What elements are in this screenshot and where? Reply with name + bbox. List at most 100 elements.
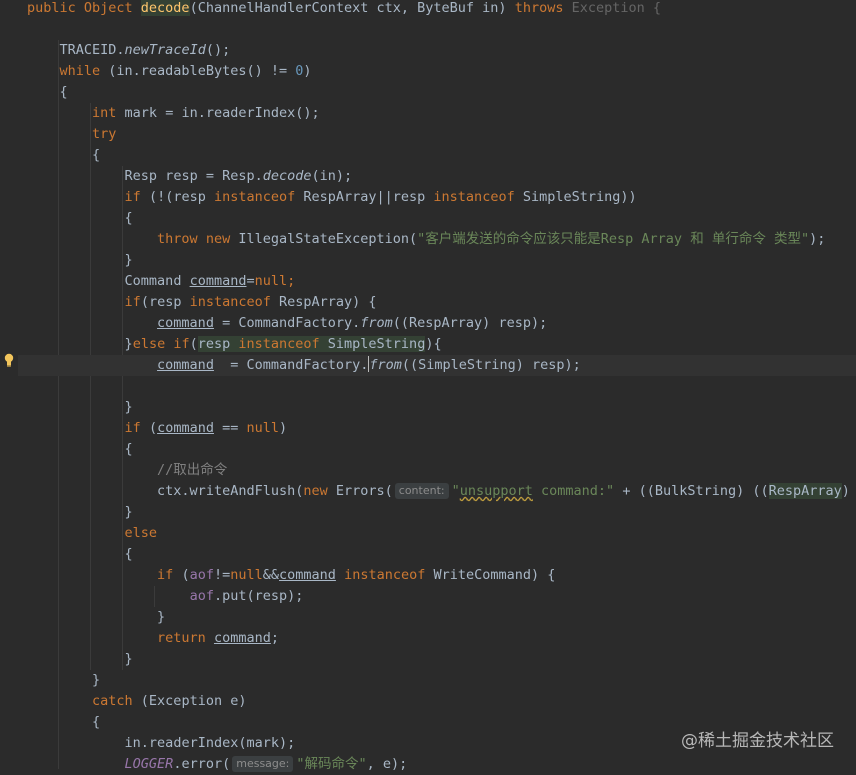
code-line[interactable]: throw new IllegalStateException("客户端发送的命… [27, 229, 856, 250]
code-token: return [157, 630, 206, 646]
code-line[interactable]: if (!(resp instanceof RespArray||resp in… [27, 187, 856, 208]
code-token: throw [157, 231, 198, 247]
code-line[interactable]: } [27, 649, 856, 670]
code-line[interactable]: } [27, 670, 856, 691]
parameter-hint: message: [232, 756, 294, 772]
code-token: command:" [532, 483, 615, 499]
code-line[interactable]: ctx.writeAndFlush(new Errors(content: "un… [27, 481, 856, 502]
code-line[interactable]: { [27, 145, 856, 166]
editor-gutter[interactable] [0, 0, 18, 769]
code-token: command [279, 567, 336, 583]
code-token: else [124, 525, 158, 541]
code-token: aof [189, 588, 214, 604]
code-token: ); [809, 231, 826, 247]
code-token: (ChannelHandlerContext ctx, ByteBuf in) [189, 0, 515, 16]
code-line[interactable]: } [27, 250, 856, 271]
code-token: SimpleString [319, 336, 426, 352]
parameter-hint: content: [394, 483, 449, 499]
code-line[interactable]: Resp resp = Resp.decode(in); [27, 166, 856, 187]
code-line[interactable]: if (aof!=null&&command instanceof WriteC… [27, 565, 856, 586]
code-token: { [92, 147, 101, 163]
code-token: } [92, 672, 101, 688]
code-token: new [205, 231, 231, 247]
code-token: newTraceId [124, 42, 206, 58]
code-line[interactable]: while (in.readableBytes() != 0) [27, 61, 856, 82]
code-line[interactable]: } [27, 502, 856, 523]
code-line[interactable]: { [27, 82, 856, 103]
code-token: { [124, 546, 133, 562]
code-token: Exception { [563, 0, 662, 16]
code-line[interactable]: TRACEID.newTraceId(); [27, 40, 856, 61]
code-line[interactable]: return command; [27, 628, 856, 649]
code-token: " [451, 483, 460, 499]
code-line[interactable]: { [27, 208, 856, 229]
code-token: ((RespArray) resp); [392, 315, 548, 331]
code-token: unsupport [459, 483, 533, 499]
lightbulb-icon[interactable] [4, 353, 14, 367]
code-line[interactable]: }else if(resp instanceof SimpleString){ [27, 334, 856, 355]
code-token: instanceof [213, 189, 296, 205]
code-token: else if [132, 336, 190, 352]
code-line[interactable]: public Object decode(ChannelHandlerConte… [27, 0, 856, 19]
code-token: try [92, 126, 117, 142]
code-token: } [124, 399, 133, 415]
code-token: } [124, 336, 133, 352]
code-line[interactable]: //取出命令 [27, 460, 856, 481]
code-line[interactable]: if(resp instanceof RespArray) { [27, 292, 856, 313]
code-token: ctx.writeAndFlush( [157, 483, 304, 499]
code-token: from [369, 357, 402, 373]
code-token: throws [514, 0, 564, 16]
code-token: { [124, 210, 133, 226]
code-line[interactable]: try [27, 124, 856, 145]
code-token: int [92, 105, 117, 121]
code-token: Resp resp = Resp. [124, 168, 263, 184]
code-token: ) [279, 420, 288, 436]
code-line[interactable]: } [27, 607, 856, 628]
code-line[interactable]: command = CommandFactory.from((RespArray… [27, 313, 856, 334]
code-line-current[interactable]: command = CommandFactory.from((SimpleStr… [18, 355, 856, 376]
code-token: Command [124, 273, 190, 289]
code-token: "客户端发送的命令应该只能是Resp Array 和 单行命令 类型" [417, 231, 810, 247]
code-token: ( [140, 420, 158, 436]
code-token: if [124, 420, 141, 436]
code-token: && [262, 567, 280, 583]
code-token: ) [303, 63, 312, 79]
code-line[interactable]: catch (Exception e) [27, 691, 856, 712]
code-token: (in); [311, 168, 353, 184]
code-token: in.readerIndex(mark); [124, 735, 296, 751]
code-line[interactable]: { [27, 439, 856, 460]
code-line[interactable]: aof.put(resp); [27, 586, 856, 607]
code-token: { [124, 441, 133, 457]
code-line[interactable]: int mark = in.readerIndex(); [27, 103, 856, 124]
code-line[interactable]: if (command == null) [27, 418, 856, 439]
code-token: ; [270, 630, 280, 646]
code-token: null [230, 567, 263, 583]
code-token: WriteCommand) { [425, 567, 556, 583]
code-token: command [157, 420, 214, 436]
code-token: instanceof [238, 336, 320, 352]
code-line[interactable]: else [27, 523, 856, 544]
code-token: ( [189, 336, 198, 352]
code-token: RespArray [768, 483, 842, 499]
code-token: (resp [140, 294, 190, 310]
code-comment: //取出命令 [157, 462, 228, 478]
code-line[interactable]: } [27, 397, 856, 418]
code-token: if [124, 294, 141, 310]
code-editor[interactable]: public Object decode(ChannelHandlerConte… [0, 0, 856, 772]
code-token: decode [140, 0, 190, 16]
code-token: } [157, 609, 166, 625]
code-token: = [246, 273, 255, 289]
code-token: ; [287, 273, 296, 289]
code-token: RespArray||resp [295, 189, 434, 205]
code-token: command [157, 315, 214, 331]
code-line[interactable]: Command command=null; [27, 271, 856, 292]
code-token: new [303, 483, 328, 499]
code-token: != [213, 567, 231, 583]
code-token: if [124, 189, 141, 205]
code-line[interactable]: { [27, 544, 856, 565]
code-line[interactable]: LOGGER.error(message: "解码命令", e); [27, 754, 856, 775]
code-token: instanceof [189, 294, 271, 310]
